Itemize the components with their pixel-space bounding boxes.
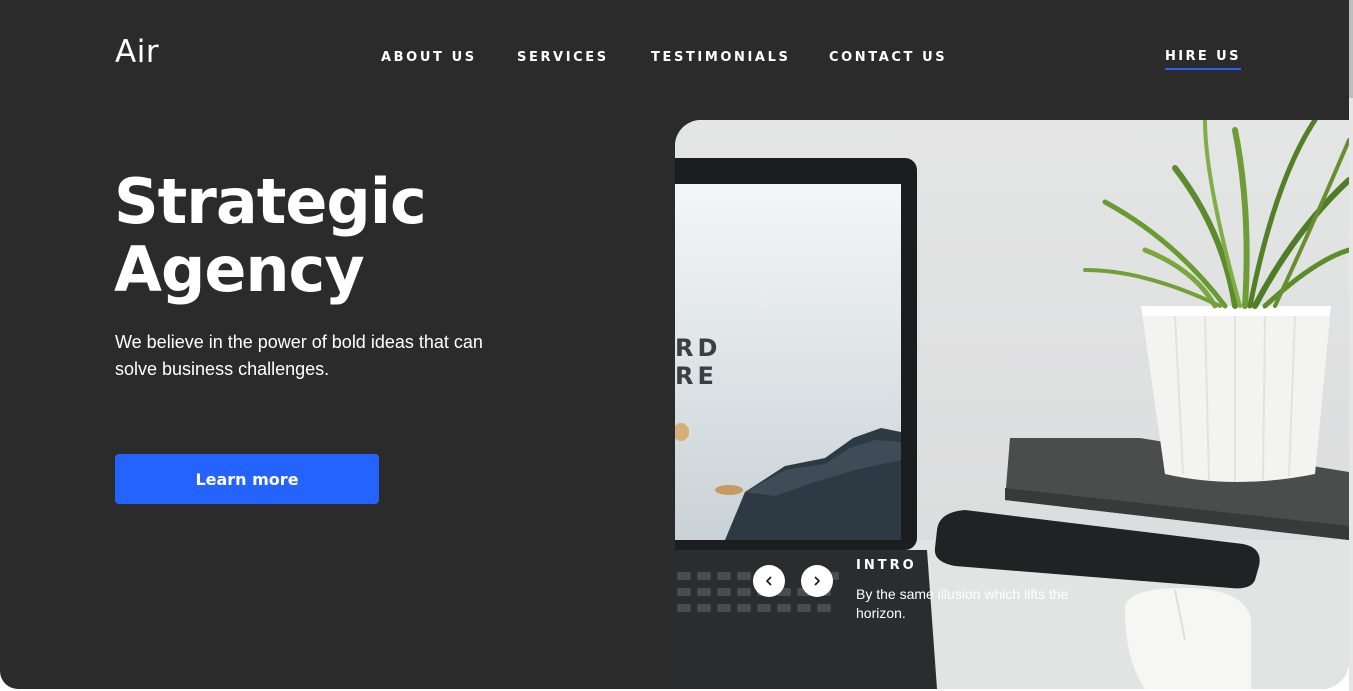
scrollbar-thumb[interactable] [1349,0,1353,98]
brand-logo[interactable]: Air [115,34,159,70]
hire-us-link[interactable]: HIRE US [1165,49,1241,70]
slide-caption-label: INTRO [856,558,917,573]
page-frame: Air ABOUT US SERVICES TESTIMONIALS CONTA… [0,0,1349,689]
page-scrollbar[interactable] [1349,0,1353,691]
learn-more-button[interactable]: Learn more [115,454,379,504]
chevron-left-icon [766,576,772,586]
screen-text-line2: RE [675,362,718,390]
chevron-right-icon [814,576,820,586]
nav-about-us[interactable]: ABOUT US [381,50,477,65]
hero-title-line2: Agency [114,233,365,306]
hero-title: Strategic Agency [114,168,534,304]
slider-prev-button[interactable] [753,565,785,597]
nav-services[interactable]: SERVICES [517,50,609,65]
nav-contact-us[interactable]: CONTACT US [829,50,947,65]
hero-title-line1: Strategic [114,165,427,238]
hero-subtitle: We believe in the power of bold ideas th… [115,332,483,379]
slider-next-button[interactable] [801,565,833,597]
nav-testimonials[interactable]: TESTIMONIALS [651,50,790,65]
slide-caption-text: By the same illusion which lifts the hor… [856,586,1069,621]
screen-text-line1: RD [675,334,721,362]
